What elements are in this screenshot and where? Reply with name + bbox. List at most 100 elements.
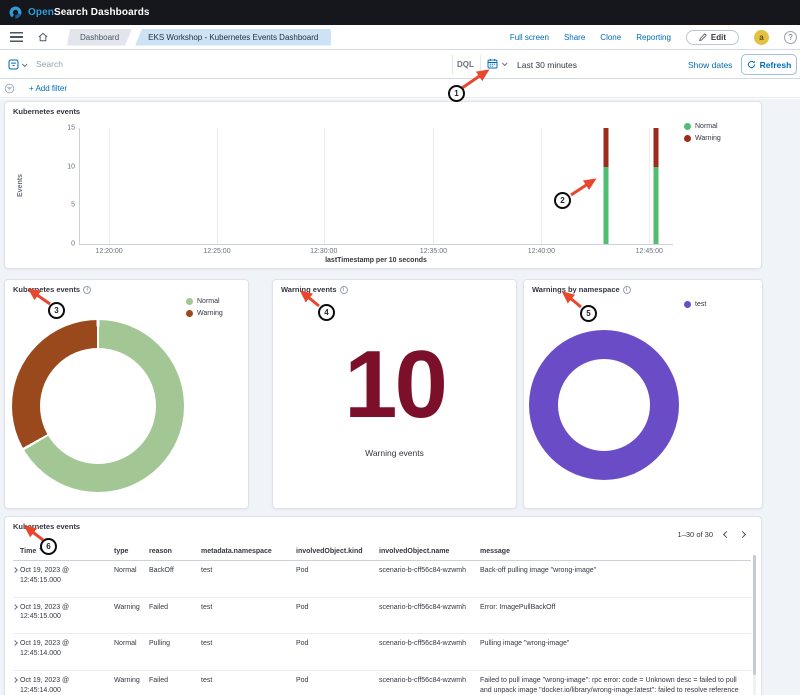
next-page-icon[interactable] <box>739 531 746 538</box>
table-cell: scenario-b-cff56c84-wzwmh <box>379 561 480 598</box>
expand-row-icon[interactable] <box>12 567 18 573</box>
timeline-plot: 12:20:0012:25:0012:30:0012:35:0012:40:00… <box>79 128 673 245</box>
table-cell: scenario-b-cff56c84-wzwmh <box>379 634 480 671</box>
menu-icon[interactable] <box>10 32 23 42</box>
legend-dot <box>684 123 691 130</box>
gridline <box>109 128 110 244</box>
events-donut-chart[interactable] <box>12 320 184 492</box>
panel-kubernetes-events-table: Kubernetes events 1–30 of 30 Time type r… <box>4 516 762 695</box>
avatar[interactable]: a <box>754 30 769 45</box>
table-cell: scenario-b-cff56c84-wzwmh <box>379 670 480 695</box>
table-cell: Normal <box>114 634 149 671</box>
metric-label: Warning events <box>365 448 424 458</box>
breadcrumb-current-dashboard: EKS Workshop - Kubernetes Events Dashboa… <box>135 29 331 46</box>
full-screen-link[interactable]: Full screen <box>510 33 549 42</box>
search-input[interactable]: Search <box>36 59 63 69</box>
table-cell: Oct 19, 2023 @ 12:45:15.000 <box>20 597 114 634</box>
info-icon[interactable]: i <box>623 286 631 294</box>
table-cell: Pod <box>296 670 379 695</box>
column-header-reason[interactable]: reason <box>149 546 201 561</box>
share-link[interactable]: Share <box>564 33 585 42</box>
query-language-button[interactable]: DQL <box>457 60 474 69</box>
filter-set-icon <box>8 59 19 70</box>
x-axis-label: lastTimestamp per 10 seconds <box>79 257 673 264</box>
home-icon[interactable] <box>37 31 49 43</box>
table-cell: Oct 19, 2023 @ 12:45:14.000 <box>20 634 114 671</box>
expand-row-icon[interactable] <box>12 604 18 610</box>
info-icon[interactable]: i <box>83 286 91 294</box>
x-tick-label: 12:35:00 <box>420 248 447 255</box>
x-tick-label: 12:40:00 <box>528 248 555 255</box>
add-filter-button[interactable]: + Add filter <box>29 84 67 93</box>
bar-segment-normal[interactable] <box>653 167 658 244</box>
app-header: OpenSearch Dashboards <box>0 0 800 25</box>
bar-segment-warning[interactable] <box>653 128 658 167</box>
refresh-button-label: Refresh <box>760 60 792 70</box>
show-dates-link[interactable]: Show dates <box>688 60 732 70</box>
help-icon[interactable]: ? <box>784 31 797 44</box>
time-range-value[interactable]: Last 30 minutes <box>517 60 577 70</box>
column-header-name[interactable]: involvedObject.name <box>379 546 480 561</box>
annotation-circle-1: 1 <box>448 85 465 102</box>
column-header-namespace[interactable]: metadata.namespace <box>201 546 296 561</box>
previous-page-icon[interactable] <box>723 531 730 538</box>
gridline <box>541 128 542 244</box>
column-header-message[interactable]: message <box>480 546 751 561</box>
table-cell: scenario-b-cff56c84-wzwmh <box>379 597 480 634</box>
events-table-body: Oct 19, 2023 @ 12:45:15.000NormalBackOff… <box>13 561 751 695</box>
pencil-icon <box>699 33 707 41</box>
reporting-link[interactable]: Reporting <box>636 33 671 42</box>
column-header-kind[interactable]: involvedObject.kind <box>296 546 379 561</box>
clone-link[interactable]: Clone <box>600 33 621 42</box>
chart-legend: test <box>684 301 706 308</box>
expand-row-icon[interactable] <box>12 640 18 646</box>
stacked-bar[interactable] <box>603 128 608 244</box>
panel-title: Kubernetes events <box>13 522 80 531</box>
legend-item-warning[interactable]: Warning <box>684 135 721 142</box>
legend-item-normal[interactable]: Normal <box>684 123 721 130</box>
panel-title: Kubernetes eventsi <box>13 285 91 294</box>
x-tick-label: 12:25:00 <box>203 248 230 255</box>
table-header-row: Time type reason metadata.namespace invo… <box>13 546 751 561</box>
legend-item-warning[interactable]: Warning <box>186 310 223 317</box>
expand-cell <box>13 561 20 598</box>
stacked-bar[interactable] <box>653 128 658 244</box>
namespace-donut-chart[interactable] <box>529 330 679 480</box>
table-scrollbar[interactable] <box>753 555 756 695</box>
table-cell: test <box>201 634 296 671</box>
chevron-down-icon <box>502 60 508 66</box>
nav-actions: Full screen Share Clone Reporting Edit a… <box>510 30 790 45</box>
pagination-range: 1–30 of 30 <box>678 530 713 539</box>
legend-item-test[interactable]: test <box>684 301 706 308</box>
refresh-button[interactable]: Refresh <box>741 54 797 75</box>
edit-button[interactable]: Edit <box>686 30 739 45</box>
table-row: Oct 19, 2023 @ 12:45:15.000NormalBackOff… <box>13 561 751 598</box>
legend-dot <box>186 298 193 305</box>
annotation-circle-5: 5 <box>580 305 597 322</box>
saved-query-menu[interactable] <box>8 59 26 70</box>
date-picker-button[interactable] <box>487 58 506 69</box>
legend-item-normal[interactable]: Normal <box>186 298 223 305</box>
table-cell: Warning <box>114 597 149 634</box>
table-row: Oct 19, 2023 @ 12:45:14.000NormalPulling… <box>13 634 751 671</box>
table-cell: Normal <box>114 561 149 598</box>
column-header-time[interactable]: Time <box>20 546 114 561</box>
breadcrumb-dashboard[interactable]: Dashboard <box>67 29 132 46</box>
bar-segment-normal[interactable] <box>603 167 608 244</box>
pagination: 1–30 of 30 <box>678 530 745 539</box>
panel-warning-events-metric: Warning eventsi 10 Warning events <box>272 279 517 509</box>
filter-icon[interactable] <box>4 83 15 94</box>
column-header-type[interactable]: type <box>114 546 149 561</box>
scrollbar-thumb[interactable] <box>753 555 756 675</box>
table-cell: Pod <box>296 597 379 634</box>
gridline <box>324 128 325 244</box>
legend-dot <box>684 135 691 142</box>
table-cell: Oct 19, 2023 @ 12:45:15.000 <box>20 561 114 598</box>
table-cell: Failed <box>149 670 201 695</box>
donut-hole <box>40 348 156 464</box>
expand-row-icon[interactable] <box>12 677 18 683</box>
table-cell: Pod <box>296 634 379 671</box>
bar-segment-warning[interactable] <box>603 128 608 167</box>
donut-hole <box>558 359 650 451</box>
query-bar: Search DQL Last 30 minutes Show dates Re… <box>0 51 800 79</box>
